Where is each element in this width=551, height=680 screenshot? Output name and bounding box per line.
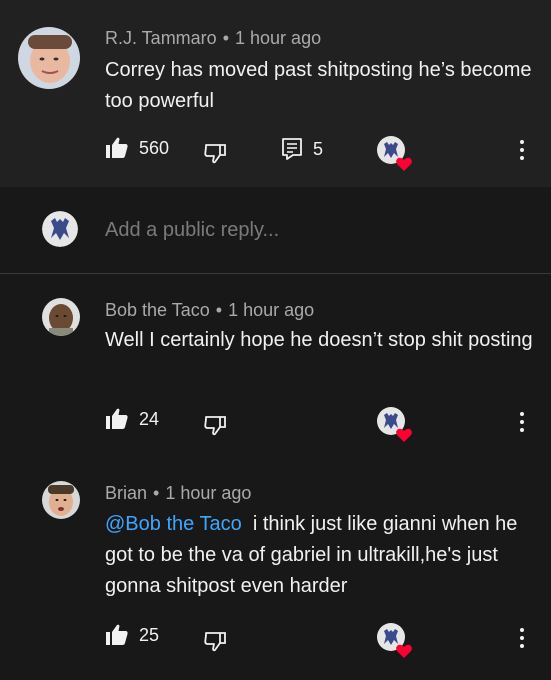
avatar[interactable] bbox=[42, 481, 80, 519]
thumbs-up-icon bbox=[106, 624, 128, 645]
replies-button[interactable]: 5 bbox=[281, 137, 323, 161]
mention-link[interactable]: @Bob the Taco bbox=[105, 513, 242, 535]
comment-meta: R.J. Tammaro • 1 hour ago bbox=[105, 28, 321, 49]
dislike-button[interactable] bbox=[203, 141, 227, 165]
reply-input[interactable]: Add a public reply... bbox=[105, 219, 279, 242]
like-count: 560 bbox=[139, 137, 170, 158]
more-options-icon[interactable] bbox=[519, 140, 525, 164]
like-button[interactable]: 560 bbox=[105, 136, 169, 160]
thumbs-up-icon bbox=[106, 408, 128, 429]
timestamp[interactable]: 1 hour ago bbox=[165, 483, 251, 503]
heart-icon bbox=[396, 644, 412, 658]
like-count: 25 bbox=[139, 624, 160, 645]
comment-icon bbox=[282, 138, 302, 160]
more-options-icon[interactable] bbox=[519, 628, 525, 652]
thumbs-down-icon bbox=[204, 632, 226, 652]
comment-text: Well I certainly hope he doesn’t stop sh… bbox=[105, 329, 533, 351]
separator-dot: • bbox=[215, 300, 223, 320]
timestamp[interactable]: 1 hour ago bbox=[235, 28, 321, 48]
avatar[interactable] bbox=[42, 298, 80, 336]
author-name[interactable]: Brian bbox=[105, 483, 147, 503]
author-name[interactable]: R.J. Tammaro bbox=[105, 28, 217, 48]
dislike-button[interactable] bbox=[203, 629, 227, 653]
author-name[interactable]: Bob the Taco bbox=[105, 300, 210, 320]
dislike-button[interactable] bbox=[203, 413, 227, 437]
heart-icon bbox=[396, 157, 412, 171]
avatar[interactable] bbox=[18, 27, 80, 89]
like-button[interactable]: 25 bbox=[105, 623, 159, 647]
like-count: 24 bbox=[139, 408, 160, 429]
creator-heart bbox=[377, 407, 412, 442]
comment-meta: Brian • 1 hour ago bbox=[105, 483, 251, 504]
divider bbox=[0, 273, 551, 274]
separator-dot: • bbox=[222, 28, 230, 48]
creator-heart bbox=[377, 136, 412, 171]
timestamp[interactable]: 1 hour ago bbox=[228, 300, 314, 320]
like-button[interactable]: 24 bbox=[105, 407, 159, 431]
comment-text: Correy has moved past shitposting he’s b… bbox=[105, 59, 532, 112]
comment-meta: Bob the Taco • 1 hour ago bbox=[105, 300, 314, 321]
creator-heart bbox=[377, 623, 412, 658]
comment-text: @Bob the Taco i think just like gianni w… bbox=[105, 509, 535, 602]
separator-dot: • bbox=[153, 483, 160, 503]
thumbs-down-icon bbox=[204, 416, 226, 436]
reply-count: 5 bbox=[313, 138, 324, 159]
user-avatar bbox=[42, 211, 78, 247]
more-options-icon[interactable] bbox=[519, 412, 525, 436]
heart-icon bbox=[396, 428, 412, 442]
user-avatar-icon bbox=[42, 211, 78, 247]
thumbs-up-icon bbox=[106, 137, 128, 158]
thumbs-down-icon bbox=[204, 144, 226, 164]
